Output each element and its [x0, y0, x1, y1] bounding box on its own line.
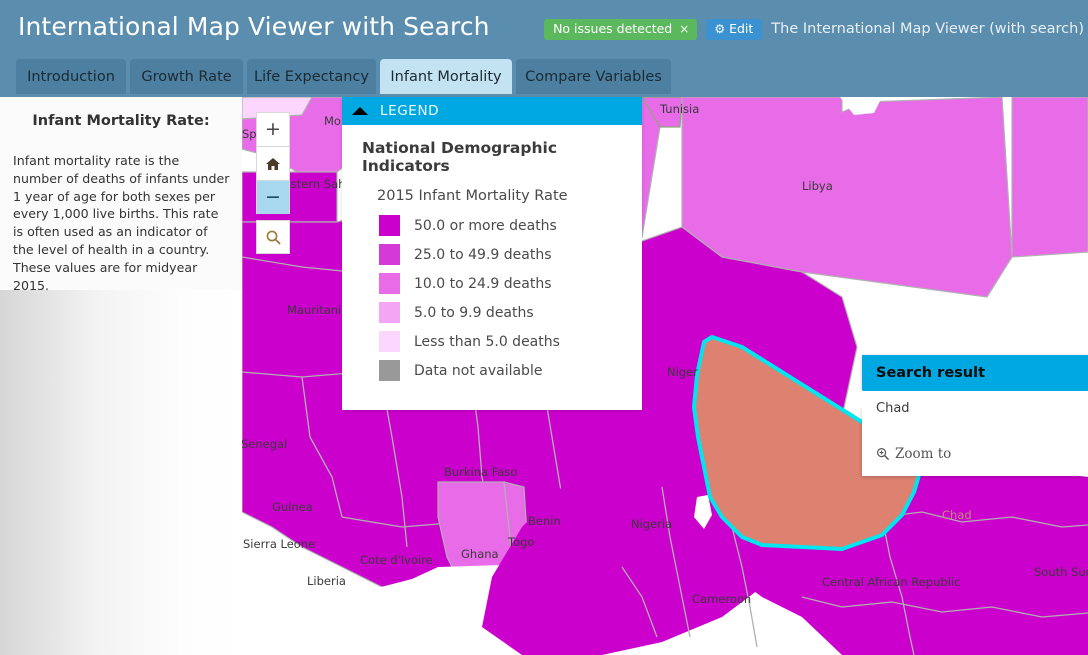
search-result-body: Chad	[862, 391, 1088, 446]
sidebar-description: Infant mortality rate is the number of d…	[13, 152, 231, 294]
legend-items: 50.0 or more deaths 25.0 to 49.9 deaths 10…	[362, 214, 642, 382]
status-badge[interactable]: No issues detected ×	[544, 19, 697, 40]
legend-swatch	[379, 331, 400, 352]
legend-header[interactable]: LEGEND	[342, 97, 642, 125]
plus-icon: +	[265, 120, 281, 139]
legend-panel: LEGEND National Demographic Indicators 2…	[342, 97, 642, 410]
legend-item-label: 25.0 to 49.9 deaths	[414, 247, 551, 263]
zoom-in-button[interactable]: +	[256, 112, 290, 146]
tab-growth-rate[interactable]: Growth Rate	[130, 59, 243, 94]
magnifier-icon	[265, 229, 282, 246]
legend-item-label: 5.0 to 9.9 deaths	[414, 305, 534, 321]
tab-label: Compare Variables	[525, 69, 662, 85]
search-result-popup: Search result Chad Zoom to	[862, 355, 1088, 476]
legend-body: National Demographic Indicators 2015 Inf…	[342, 125, 642, 410]
legend-swatch	[379, 273, 400, 294]
legend-item-label: Less than 5.0 deaths	[414, 334, 560, 350]
sidebar-title: Infant Mortality Rate:	[0, 113, 242, 129]
header-actions: No issues detected × ⚙ Edit The Internat…	[544, 19, 1088, 40]
home-icon	[265, 156, 281, 172]
legend-item: Data not available	[379, 359, 642, 382]
legend-title: National Demographic Indicators	[362, 139, 642, 175]
tab-label: Infant Mortality	[390, 69, 501, 85]
legend-swatch	[379, 215, 400, 236]
app-header: International Map Viewer with Search No …	[0, 0, 1088, 55]
tab-label: Introduction	[27, 69, 115, 85]
map-viewer-app: SpainMoroccoTunisiaLibyaEgyptWestern Sah…	[0, 0, 1088, 655]
legend-subtitle: 2015 Infant Mortality Rate	[377, 188, 642, 204]
tab-introduction[interactable]: Introduction	[16, 59, 126, 94]
sidebar-panel: Infant Mortality Rate: Infant mortality …	[0, 97, 242, 290]
minus-icon: −	[265, 188, 281, 207]
header-subtitle: The International Map Viewer (with searc…	[771, 21, 1088, 37]
tab-compare-variables[interactable]: Compare Variables	[516, 59, 671, 94]
map-zoom-controls[interactable]: + −	[256, 112, 290, 254]
chevron-up-icon[interactable]	[352, 107, 368, 115]
legend-item: 10.0 to 24.9 deaths	[379, 272, 642, 295]
legend-item-label: 10.0 to 24.9 deaths	[414, 276, 551, 292]
tab-label: Life Expectancy	[254, 69, 369, 85]
legend-swatch	[379, 360, 400, 381]
legend-item: Less than 5.0 deaths	[379, 330, 642, 353]
zoom-to-label: Zoom to	[895, 446, 951, 462]
legend-item: 50.0 or more deaths	[379, 214, 642, 237]
tab-life-expectancy[interactable]: Life Expectancy	[247, 59, 376, 94]
legend-swatch	[379, 244, 400, 265]
popup-tail	[852, 390, 863, 410]
search-result-name: Chad	[876, 401, 1088, 416]
search-result-title: Search result	[862, 355, 1088, 391]
status-badge-label: No issues detected	[553, 23, 672, 36]
gear-icon: ⚙	[714, 23, 725, 35]
legend-item: 25.0 to 49.9 deaths	[379, 243, 642, 266]
edit-button[interactable]: ⚙ Edit	[706, 19, 762, 40]
legend-item-label: Data not available	[414, 363, 542, 379]
tab-label: Growth Rate	[141, 69, 231, 85]
legend-header-label: LEGEND	[380, 103, 439, 119]
legend-item: 5.0 to 9.9 deaths	[379, 301, 642, 324]
edit-button-label: Edit	[729, 23, 753, 36]
home-button[interactable]	[256, 146, 290, 180]
close-icon[interactable]: ×	[679, 23, 689, 35]
zoom-to-link[interactable]: Zoom to	[862, 446, 1088, 476]
sidebar: Infant Mortality Rate: Infant mortality …	[0, 97, 242, 655]
tab-bar: Introduction Growth Rate Life Expectancy In…	[0, 55, 1088, 97]
page-title: International Map Viewer with Search	[18, 12, 490, 41]
tab-infant-mortality[interactable]: Infant Mortality	[380, 59, 512, 94]
magnifier-plus-icon	[876, 447, 890, 461]
map-search-button[interactable]	[256, 220, 290, 254]
legend-item-label: 50.0 or more deaths	[414, 218, 557, 234]
legend-swatch	[379, 302, 400, 323]
zoom-out-button[interactable]: −	[256, 180, 290, 214]
